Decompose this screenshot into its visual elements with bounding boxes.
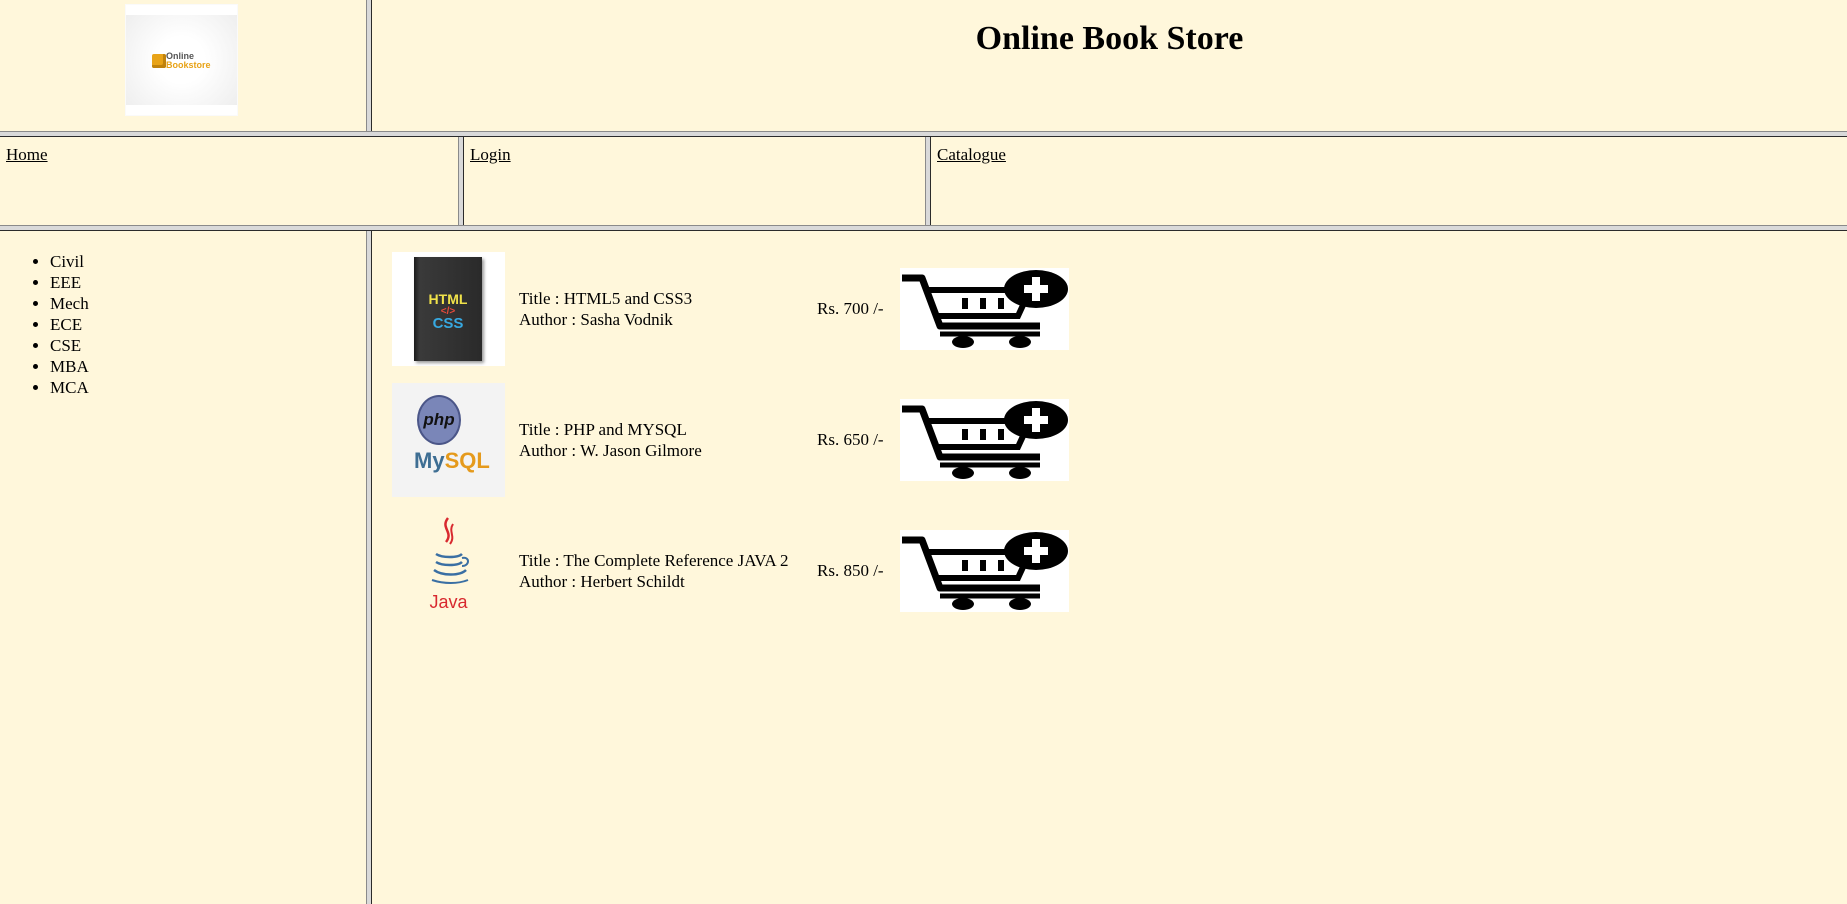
category-item-ece[interactable]: ECE [50,314,89,335]
category-item-mba[interactable]: MBA [50,356,89,377]
book-price-text: Rs. 700 /- [817,299,884,318]
book-row: Java Title : The Complete Reference JAVA… [392,514,1092,628]
add-to-cart-icon [902,401,1068,479]
cover-text: CSS [432,315,464,332]
cover-text: HTML [428,291,468,307]
book-row: HTML </> CSS Title : HTML5 and CSS3 Auth… [392,252,1092,366]
book-title: Title : PHP and MYSQL [519,420,687,439]
book-price: Rs. 650 /- [817,383,884,497]
cover-text: php [417,395,461,445]
add-to-cart-icon [902,270,1068,348]
book-author: Author : Sasha Vodnik [519,310,673,329]
book-info: Title : PHP and MYSQL Author : W. Jason … [519,383,702,497]
category-item-mca[interactable]: MCA [50,377,89,398]
book-price: Rs. 700 /- [817,252,884,366]
cover-text: My [414,448,445,473]
java-cup-icon [431,517,469,584]
add-to-cart-button[interactable] [900,530,1069,612]
php-mysql-logo: php MySQL [392,383,505,497]
title-frame: Online Book Store [372,0,1847,131]
nav-catalogue-link[interactable]: Catalogue [937,145,1006,165]
category-item-eee[interactable]: EEE [50,272,89,293]
cover-text: Java [429,592,468,612]
category-item-civil[interactable]: Civil [50,251,89,272]
book-price: Rs. 850 /- [817,514,884,628]
nav-login-link[interactable]: Login [470,145,511,165]
category-sidebar: Civil EEE Mech ECE CSE MBA MCA [0,231,366,904]
add-to-cart-button[interactable] [900,399,1069,481]
logo-frame: Online Bookstore [0,0,366,131]
add-to-cart-button[interactable] [900,268,1069,350]
book-row: php MySQL Title : PHP and MYSQL Author :… [392,383,1092,497]
book-title: Title : The Complete Reference JAVA 2 [519,551,789,570]
category-item-cse[interactable]: CSE [50,335,89,356]
book-author: Author : Herbert Schildt [519,572,685,591]
book-info: Title : The Complete Reference JAVA 2 Au… [519,514,788,628]
catalogue-content: HTML </> CSS Title : HTML5 and CSS3 Auth… [372,231,1847,904]
logo-text-line2: Bookstore [166,60,211,70]
bookstore-logo: Online Bookstore [125,4,238,116]
book-info: Title : HTML5 and CSS3 Author : Sasha Vo… [519,252,692,366]
book-price-text: Rs. 850 /- [817,561,884,580]
html-css-book-cover: HTML </> CSS [392,252,505,366]
box-icon [152,54,166,68]
nav-frame-home: Home [0,137,458,225]
book-price-text: Rs. 650 /- [817,430,884,449]
book-author: Author : W. Jason Gilmore [519,441,702,460]
add-to-cart-icon [902,532,1068,610]
nav-home-link[interactable]: Home [6,145,48,165]
nav-frame-catalogue: Catalogue [931,137,1847,225]
cover-text: SQL [444,448,490,473]
category-item-mech[interactable]: Mech [50,293,89,314]
book-title: Title : HTML5 and CSS3 [519,289,693,308]
nav-frame-login: Login [464,137,925,225]
java-logo: Java [392,514,505,628]
page-title: Online Book Store [975,20,1244,57]
category-list: Civil EEE Mech ECE CSE MBA MCA [0,251,89,398]
